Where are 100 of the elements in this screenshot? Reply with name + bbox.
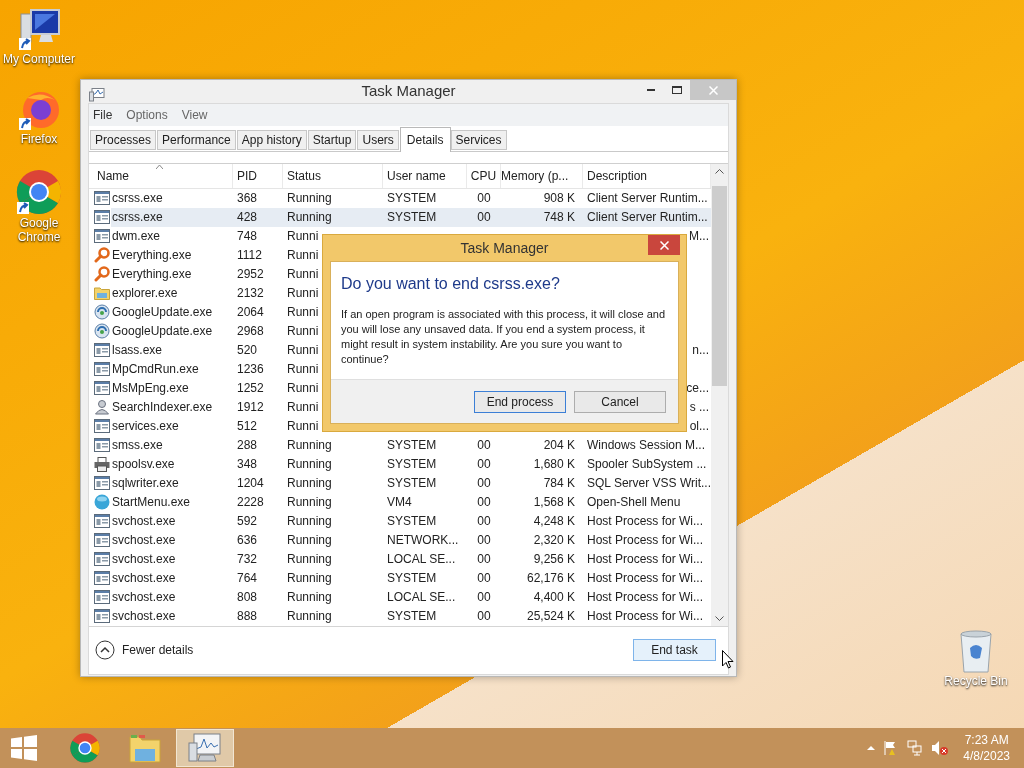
- status-cell-text: Runni: [286, 342, 319, 359]
- menu-item[interactable]: File: [93, 105, 113, 124]
- person-icon: [93, 399, 110, 415]
- window-icon: [93, 419, 110, 433]
- fewer-details-button[interactable]: Fewer details: [95, 640, 194, 660]
- process-name[interactable]: csrss.exe: [111, 207, 233, 227]
- tab[interactable]: Users: [357, 129, 399, 150]
- description-cell-text: Host Process for Wi...: [586, 551, 705, 568]
- status-cell-text: Running: [286, 190, 333, 207]
- process-name[interactable]: svchost.exe: [111, 530, 233, 550]
- process-name[interactable]: svchost.exe: [111, 587, 233, 607]
- memory-cell-text: 1,568 K: [532, 494, 576, 511]
- process-name[interactable]: Everything.exe: [111, 264, 233, 284]
- window-title: Task Manager: [361, 81, 456, 101]
- process-name[interactable]: dwm.exe: [111, 226, 233, 246]
- tab[interactable]: Services: [450, 129, 507, 150]
- column-header[interactable]: Memory (p...: [501, 163, 583, 188]
- dialog-button[interactable]: Cancel: [574, 390, 666, 413]
- close-icon: [659, 240, 669, 250]
- process-name[interactable]: explorer.exe: [111, 283, 233, 303]
- dialog-button[interactable]: End process: [474, 390, 566, 413]
- column-header[interactable]: PID: [233, 163, 283, 188]
- user-cell-text: NETWORK...: [386, 532, 460, 549]
- memory-cell-text: 4,400 K: [532, 589, 576, 606]
- pid-cell-text: 368: [236, 190, 259, 207]
- magnifier-icon: [93, 247, 110, 263]
- process-name[interactable]: svchost.exe: [111, 606, 233, 626]
- cpu-cell-text: 00: [476, 456, 492, 473]
- speaker-muted-icon[interactable]: [931, 740, 950, 756]
- status-cell-text: Runni: [286, 304, 319, 321]
- user-cell-text: LOCAL SE...: [386, 589, 457, 606]
- process-name[interactable]: svchost.exe: [111, 549, 233, 569]
- description-cell-text: ce...: [686, 380, 710, 397]
- cpu-cell-text: 00: [476, 589, 492, 606]
- process-name[interactable]: smss.exe: [111, 435, 233, 455]
- description-cell: Client Server Runtim...: [583, 207, 711, 227]
- description-cell-text: Host Process for Wi...: [586, 570, 705, 587]
- column-header[interactable]: Status: [283, 163, 383, 188]
- status-cell-text: Runni: [286, 285, 319, 302]
- description-cell-text: SQL Server VSS Writ...: [586, 475, 711, 492]
- process-name[interactable]: lsass.exe: [111, 340, 233, 360]
- menu-item[interactable]: View: [181, 105, 208, 124]
- memory-cell-text: 9,256 K: [532, 551, 576, 568]
- chevron-up-icon: [95, 640, 115, 660]
- menu-item[interactable]: Options: [126, 105, 168, 124]
- scroll-up-icon[interactable]: [715, 168, 724, 174]
- end-task-button[interactable]: End task: [633, 639, 716, 661]
- process-name[interactable]: services.exe: [111, 416, 233, 436]
- dialog-title: Task Manager: [460, 238, 549, 258]
- window-icon: [93, 191, 110, 205]
- status-cell-text: Running: [286, 551, 333, 568]
- cpu-cell-text: 00: [476, 532, 492, 549]
- user-cell-text: SYSTEM: [386, 513, 438, 530]
- pid-cell-text: 888: [236, 608, 259, 625]
- process-name[interactable]: svchost.exe: [111, 511, 233, 531]
- scroll-down-icon[interactable]: [715, 615, 724, 621]
- status-cell-text: Running: [286, 513, 333, 530]
- process-name[interactable]: svchost.exe: [111, 568, 233, 588]
- cpu-cell-text: 00: [476, 570, 492, 587]
- process-name[interactable]: spoolsv.exe: [111, 454, 233, 474]
- process-name[interactable]: SearchIndexer.exe: [111, 397, 233, 417]
- process-name[interactable]: csrss.exe: [111, 188, 233, 208]
- description-cell-text: Spooler SubSystem ...: [586, 456, 708, 473]
- pid-cell-text: 1912: [236, 399, 265, 416]
- process-name[interactable]: MsMpEng.exe: [111, 378, 233, 398]
- pid-cell: 428: [233, 207, 283, 227]
- tab[interactable]: Startup: [307, 129, 357, 150]
- tab[interactable]: Performance: [157, 129, 236, 150]
- memory-cell-text: 204 K: [542, 437, 576, 454]
- process-name[interactable]: Everything.exe: [111, 245, 233, 265]
- close-button[interactable]: [648, 235, 680, 255]
- process-name[interactable]: GoogleUpdate.exe: [111, 302, 233, 322]
- tab[interactable]: Processes: [90, 129, 157, 150]
- column-header[interactable]: User name: [383, 163, 467, 188]
- tab[interactable]: App history: [236, 129, 307, 150]
- pid-cell-text: 748: [236, 228, 259, 245]
- column-header[interactable]: Name: [89, 163, 233, 188]
- description-cell-text: s ...: [689, 399, 710, 416]
- description-cell-text: Open-Shell Menu: [586, 494, 682, 511]
- process-name[interactable]: MpCmdRun.exe: [111, 359, 233, 379]
- monitor-chart-icon: [188, 733, 222, 763]
- process-name[interactable]: GoogleUpdate.exe: [111, 321, 233, 341]
- printer-icon: [93, 456, 110, 472]
- network-icon[interactable]: [907, 740, 924, 756]
- show-hidden-icons-icon[interactable]: [867, 746, 876, 750]
- window-icon: [93, 343, 110, 357]
- tab[interactable]: Details: [399, 126, 451, 152]
- pid-cell-text: 592: [236, 513, 259, 530]
- window-icon: [93, 476, 110, 490]
- column-header[interactable]: CPU: [467, 163, 501, 188]
- pid-cell-text: 512: [236, 418, 259, 435]
- status-cell-text: Running: [286, 570, 333, 587]
- taskbar-button[interactable]: [176, 729, 234, 767]
- pid-cell-text: 636: [236, 532, 259, 549]
- description-cell-text: Client Server Runtim...: [586, 190, 709, 207]
- memory-cell: 748 K: [501, 207, 583, 227]
- process-name[interactable]: StartMenu.exe: [111, 492, 233, 512]
- scrollbar[interactable]: [711, 163, 728, 626]
- clock-date: 4/8/2023: [963, 748, 1010, 764]
- process-name[interactable]: sqlwriter.exe: [111, 473, 233, 493]
